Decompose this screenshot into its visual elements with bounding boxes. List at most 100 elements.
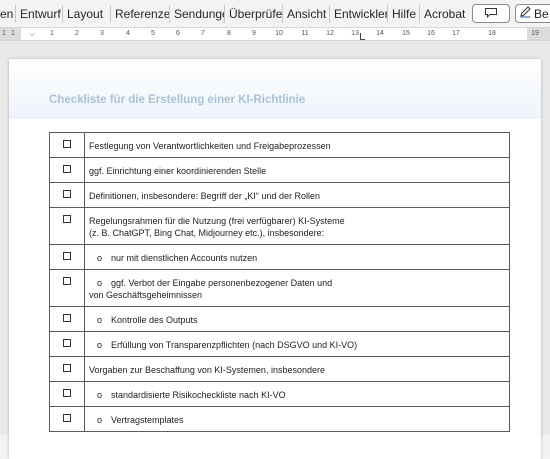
page-title: Checkliste für die Erstellung einer KI-R… [49,94,306,106]
checkbox-icon[interactable] [63,389,71,397]
ruler-number: 5 [151,30,155,37]
ruler-number: 9 [252,30,256,37]
tab-entwicklertools[interactable]: Entwickler [330,4,388,23]
table-row: o nur mit dienstlichen Accounts nutzen [49,244,510,270]
sub-bullet: o [97,253,103,263]
item-text: Erfüllung von Transparenzpflichten (nach… [111,340,358,350]
tab-entwurf[interactable]: Entwurf [16,4,63,23]
checkbox-icon[interactable] [63,314,71,322]
table-row: o standardisierte Risikocheckliste nach K… [49,381,510,407]
table-row: o Kontrolle des Outputs [49,306,510,332]
editing-mode-label: Be [534,6,549,21]
ruler-number: 2 [75,30,79,37]
document-page[interactable]: Checkliste für die Erstellung einer KI-R… [9,59,541,459]
sub-item: o Erfüllung von Transparenzpflichten (nac… [84,331,510,357]
table-row: ggf. Einrichtung einer koordinierenden S… [49,157,510,183]
ruler-number: 15 [402,30,410,37]
item-text-continued: von Geschäftsgeheimnissen [89,290,203,300]
item-text: nur mit dienstlichen Accounts nutzen [111,253,258,263]
item-text: Festlegung von Verantwortlichkeiten und … [84,132,510,158]
tab-hilfe[interactable]: Hilfe [388,4,420,23]
checkbox-cell[interactable] [49,157,85,183]
item-text: Vorgaben zur Beschaffung von KI-Systemen… [84,356,510,382]
ruler-number: 11 [301,30,309,37]
table-row: Regelungsrahmen für die Nutzung (frei ve… [49,207,510,245]
checkbox-icon[interactable] [63,339,71,347]
item-text: Definitionen, insbesondere: Begriff der … [84,182,510,208]
ruler-tab-stop[interactable] [360,33,365,40]
item-text: ggf. Einrichtung einer koordinierenden S… [84,157,510,183]
table-row: o Vertragstemplates [49,406,510,432]
checkbox-cell[interactable] [49,306,85,332]
sub-bullet: o [97,390,103,400]
sub-bullet: o [97,415,103,425]
checkbox-icon[interactable] [63,190,71,198]
tab-sendungen[interactable]: Sendunge [170,4,225,23]
ruler-number: 19 [531,30,539,37]
checkbox-cell[interactable] [49,331,85,357]
ruler-number: 10 [275,30,283,37]
checkbox-icon[interactable] [63,277,71,285]
table-row: Definitionen, insbesondere: Begriff der … [49,182,510,208]
ruler-number: 18 [488,30,496,37]
checkbox-cell[interactable] [49,132,85,158]
checkbox-icon[interactable] [63,414,71,422]
checkbox-cell[interactable] [49,207,85,245]
item-text: standardisierte Risikocheckliste nach KI… [111,390,286,400]
tab-acrobat[interactable]: Acrobat [420,5,474,23]
ruler-number: 14 [376,30,384,37]
checklist-table: Festlegung von Verantwortlichkeiten und … [49,132,510,432]
item-text: Vertragstemplates [111,415,184,425]
table-row: o Erfüllung von Transparenzpflichten (nac… [49,331,510,357]
pencil-icon [519,5,532,23]
checkbox-icon[interactable] [63,140,71,148]
sub-bullet: o [97,278,103,288]
item-text: Kontrolle des Outputs [111,315,198,325]
ruler-number: 7 [201,30,205,37]
checkbox-cell[interactable] [49,244,85,270]
tab-ueberpruefen[interactable]: Überprüfe [225,4,283,23]
ruler-number: 4 [126,30,130,37]
ruler-number: 6 [176,30,180,37]
document-canvas: Checkliste für die Erstellung einer KI-R… [0,41,550,459]
comment-icon [484,5,498,23]
sub-bullet: o [97,315,103,325]
tab-referenzen[interactable]: Referenze [111,4,170,23]
item-text-continued: (z. B. ChatGPT, Bing Chat, Midjourney et… [89,228,325,238]
comments-button[interactable] [472,4,510,23]
checkbox-cell[interactable] [49,356,85,382]
ruler-number: 1 [2,30,6,37]
ruler-indent-marker[interactable]: ⌵ [29,28,35,40]
ruler-number: 1 [50,30,54,37]
checkbox-icon[interactable] [63,252,71,260]
checkbox-icon[interactable] [63,215,71,223]
tab-layout[interactable]: Layout [63,4,111,23]
horizontal-ruler[interactable]: 1 1 1 2 3 4 5 6 7 8 9 10 11 12 13 14 15 … [0,27,550,41]
item-text: Regelungsrahmen für die Nutzung (frei ve… [89,216,345,226]
ruler-number: 13 [351,30,359,37]
checkbox-cell[interactable] [49,269,85,307]
sub-item: o standardisierte Risikocheckliste nach K… [84,381,510,407]
table-row: o ggf. Verbot der Eingabe personenbezogen… [49,269,510,307]
checkbox-cell[interactable] [49,406,85,432]
ruler-number: 8 [227,30,231,37]
checkbox-cell[interactable] [49,182,85,208]
ruler-number: 16 [427,30,435,37]
ribbon-tabs: en Entwurf Layout Referenze Sendunge Übe… [0,0,550,27]
sub-item: o Kontrolle des Outputs [84,306,510,332]
page-header-band [9,59,541,119]
ruler-number: 1 [11,30,15,37]
tab-ansicht[interactable]: Ansicht [283,4,330,23]
checkbox-cell[interactable] [49,381,85,407]
sub-item: o nur mit dienstlichen Accounts nutzen [84,244,510,270]
tab-partial[interactable]: en [0,4,16,23]
ruler-number: 3 [100,30,104,37]
sub-item-multiline: o ggf. Verbot der Eingabe personenbezogen… [84,269,510,307]
checkbox-icon[interactable] [63,165,71,173]
checkbox-icon[interactable] [63,364,71,372]
sub-item: o Vertragstemplates [84,406,510,432]
ruler-number: 17 [452,30,460,37]
ruler-number: 12 [326,30,334,37]
editing-mode-button[interactable]: Be [515,4,550,23]
table-row: Vorgaben zur Beschaffung von KI-Systemen… [49,356,510,382]
